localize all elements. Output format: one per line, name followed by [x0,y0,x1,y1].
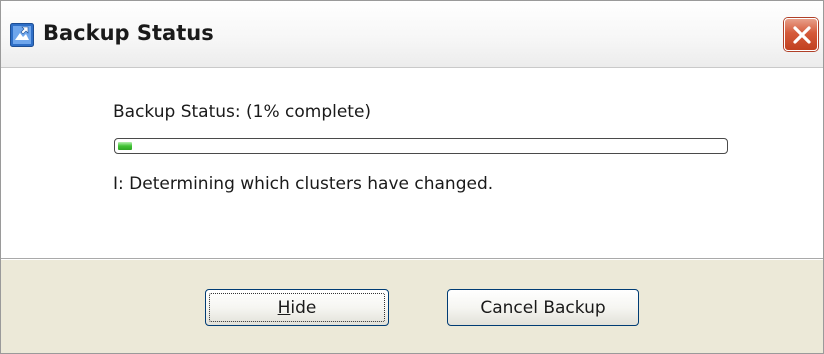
backup-detail-text: I: Determining which clusters have chang… [113,174,494,194]
backup-status-label: Backup Status: (1% complete) [113,102,372,122]
hide-button-label: Hide [277,297,317,318]
close-button[interactable] [784,18,818,51]
window-title: Backup Status [43,21,214,45]
dialog-footer: Hide Cancel Backup [1,260,823,353]
dialog-body: Backup Status: (1% complete) I: Determin… [1,68,823,258]
backup-status-dialog: Backup Status Backup Status: (1% complet… [0,0,824,354]
close-x-icon [793,26,811,44]
progress-fill [118,142,132,150]
cancel-backup-button[interactable]: Cancel Backup [447,289,639,326]
title-bar[interactable]: Backup Status [1,1,823,68]
hide-button[interactable]: Hide [205,289,389,326]
backup-app-icon [10,23,34,47]
backup-progress-bar [114,138,728,154]
